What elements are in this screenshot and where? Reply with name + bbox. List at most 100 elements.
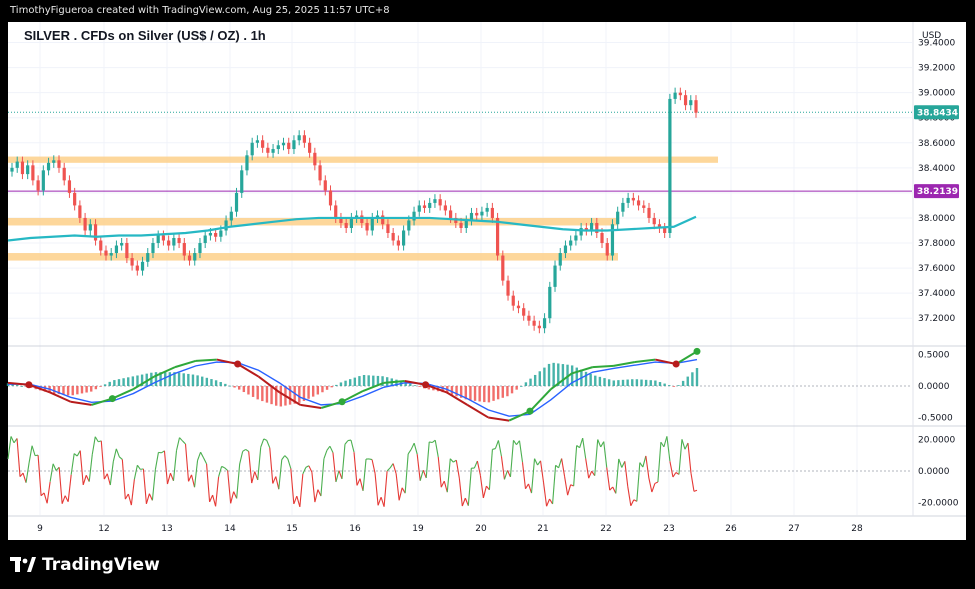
time-tick-label: 9 xyxy=(37,524,43,534)
candle xyxy=(313,152,317,166)
histogram-bar xyxy=(640,379,643,386)
candle xyxy=(689,100,693,106)
histogram-bar xyxy=(168,372,172,386)
histogram-bar xyxy=(473,386,477,401)
candle xyxy=(57,160,61,168)
time-tick-label: 19 xyxy=(412,524,424,534)
histogram-bar xyxy=(561,364,565,386)
time-tick-label: 28 xyxy=(851,524,863,534)
momentum-line-segment xyxy=(22,472,27,483)
candle xyxy=(412,211,416,221)
momentum-tick-label: -20.0000 xyxy=(918,498,959,508)
price-tick-label: 37.4000 xyxy=(918,289,955,299)
candle xyxy=(448,210,453,218)
candle xyxy=(281,142,286,146)
histogram-bar xyxy=(62,386,65,395)
momentum-line-segment xyxy=(546,498,551,507)
momentum-line-segment xyxy=(660,441,665,448)
momentum-line-segment xyxy=(91,436,96,455)
momentum-line-segment xyxy=(561,458,566,477)
candle xyxy=(663,227,667,233)
momentum-line-segment xyxy=(467,468,472,506)
time-tick-label: 15 xyxy=(286,524,297,534)
candle xyxy=(475,212,479,216)
momentum-line-segment xyxy=(19,472,24,478)
candle xyxy=(495,217,500,256)
momentum-line-segment xyxy=(645,455,650,479)
momentum-line-segment xyxy=(106,473,111,486)
momentum-line-segment xyxy=(266,440,271,449)
candle xyxy=(553,265,557,287)
candle xyxy=(480,211,484,216)
histogram-bar xyxy=(117,379,121,386)
histogram-bar xyxy=(529,378,532,386)
chart-canvas[interactable]: 39.400039.200039.000038.800038.600038.40… xyxy=(0,0,975,589)
candle xyxy=(41,170,45,191)
histogram-bar xyxy=(127,377,130,386)
histogram-bar xyxy=(177,372,181,386)
candle xyxy=(501,255,505,281)
tradingview-logo[interactable]: TradingView xyxy=(10,555,160,575)
histogram-bar xyxy=(99,386,102,387)
candle xyxy=(334,205,338,218)
momentum-line-segment xyxy=(395,473,400,501)
candle xyxy=(46,162,51,171)
candle xyxy=(120,243,124,246)
momentum-line-segment xyxy=(497,440,502,457)
momentum-line-segment xyxy=(193,460,199,488)
oscillator-line-segment xyxy=(174,359,197,369)
histogram-bar xyxy=(330,386,333,388)
momentum-line-segment xyxy=(564,476,569,496)
candle xyxy=(417,205,421,212)
histogram-bar xyxy=(672,386,676,387)
candle xyxy=(182,243,186,256)
momentum-line-segment xyxy=(642,455,647,468)
momentum-line-segment xyxy=(627,486,632,506)
momentum-line-segment xyxy=(567,484,572,496)
momentum-line-segment xyxy=(492,448,496,450)
histogram-bar xyxy=(191,374,195,386)
momentum-line-segment xyxy=(284,455,289,460)
histogram-bar xyxy=(108,381,111,386)
histogram-bar xyxy=(76,386,79,395)
momentum-line-segment xyxy=(121,459,126,500)
candle xyxy=(156,235,160,244)
momentum-line-segment xyxy=(275,476,280,490)
histogram-bar xyxy=(238,386,241,390)
histogram-bar xyxy=(256,386,259,400)
histogram-bar xyxy=(85,386,88,393)
momentum-line-segment xyxy=(115,448,120,458)
momentum-line-segment xyxy=(314,489,319,503)
histogram-bar xyxy=(136,375,139,386)
time-tick-label: 23 xyxy=(663,524,674,534)
histogram-bar xyxy=(695,368,699,386)
candle xyxy=(130,258,134,266)
momentum-line-segment xyxy=(380,496,385,507)
candle xyxy=(365,222,369,231)
histogram-bar xyxy=(353,377,357,386)
momentum-line-segment xyxy=(609,486,614,491)
momentum-line-segment xyxy=(630,499,635,507)
candle xyxy=(135,265,139,271)
momentum-line-segment xyxy=(434,440,439,458)
momentum-line-segment xyxy=(136,464,141,470)
momentum-line-segment xyxy=(597,439,602,448)
candle xyxy=(621,202,625,212)
candle xyxy=(443,205,447,211)
price-tick-label: 37.6000 xyxy=(918,264,955,274)
momentum-line-segment xyxy=(494,440,499,449)
histogram-bar xyxy=(524,382,528,386)
candle xyxy=(328,190,333,206)
histogram-bar xyxy=(372,375,375,386)
momentum-line-segment xyxy=(335,470,340,483)
candle xyxy=(318,165,322,181)
histogram-bar xyxy=(644,379,648,386)
momentum-line-segment xyxy=(188,474,193,482)
support-resistance-zone xyxy=(8,156,718,163)
histogram-bar xyxy=(182,373,185,386)
price-axis-unit: USD xyxy=(922,31,941,41)
momentum-line-segment xyxy=(230,491,235,504)
candle xyxy=(381,215,385,225)
candle xyxy=(250,142,254,156)
momentum-line-segment xyxy=(296,495,301,508)
